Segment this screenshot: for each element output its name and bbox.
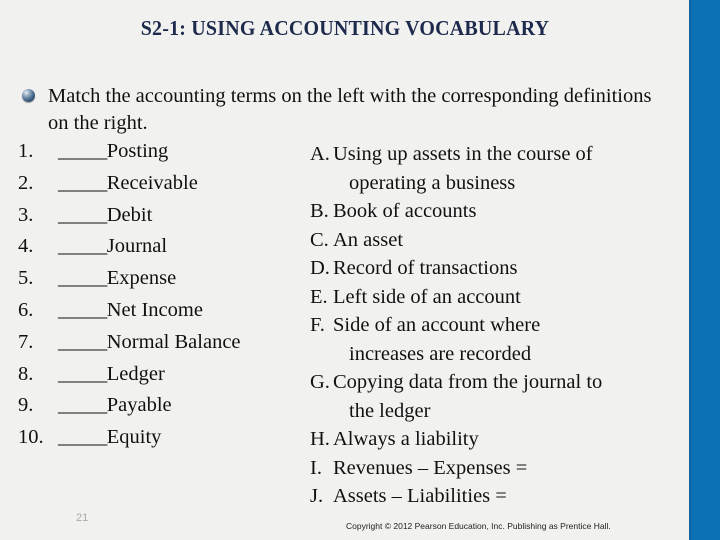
terms-column: 1. _____ Posting 2. _____ Receivable 3. _____ … bbox=[18, 140, 308, 458]
definition-line-2: operating a business bbox=[349, 171, 516, 194]
term-number: 7. bbox=[18, 330, 34, 353]
definition-row[interactable]: A. Using up assets in the course of operat… bbox=[310, 140, 680, 197]
term-answer-blank[interactable]: _____ bbox=[58, 267, 107, 290]
definition-line-1: Book of accounts bbox=[333, 200, 477, 222]
definition-letter: G. bbox=[310, 371, 330, 393]
definition-letter: D. bbox=[310, 257, 330, 279]
term-label: Receivable bbox=[106, 171, 198, 194]
term-number: 2. bbox=[18, 171, 34, 194]
term-answer-blank[interactable]: _____ bbox=[58, 204, 107, 227]
term-label: Payable bbox=[106, 394, 172, 417]
definition-text: Revenues – Expenses = bbox=[333, 454, 680, 483]
term-label: Debit bbox=[106, 203, 153, 226]
definition-row[interactable]: E. Left side of an account bbox=[310, 283, 680, 312]
term-row[interactable]: 5. _____ Expense bbox=[18, 267, 308, 299]
slide-title: S2-1: USING ACCOUNTING VOCABULARY bbox=[140, 16, 550, 40]
definition-letter: F. bbox=[310, 314, 325, 336]
definition-letter: A. bbox=[310, 143, 330, 165]
definition-text: Side of an account where increases are re… bbox=[333, 311, 680, 368]
definition-text: Assets – Liabilities = bbox=[333, 482, 680, 511]
term-answer-blank[interactable]: _____ bbox=[58, 363, 107, 386]
term-number: 10. bbox=[18, 426, 44, 449]
term-answer-blank[interactable]: _____ bbox=[58, 172, 107, 195]
term-label: Journal bbox=[106, 235, 168, 258]
slide-canvas: S2-1: USING ACCOUNTING VOCABULARY Match … bbox=[0, 0, 720, 540]
term-row[interactable]: 1. _____ Posting bbox=[18, 140, 308, 172]
definition-line-1: Always a liability bbox=[333, 428, 479, 450]
term-row[interactable]: 4. _____ Journal bbox=[18, 235, 308, 267]
term-row[interactable]: 10. _____ Equity bbox=[18, 426, 308, 458]
definition-line-2: increases are recorded bbox=[349, 342, 532, 365]
definition-line-1: Record of transactions bbox=[333, 257, 518, 279]
definition-letter: H. bbox=[310, 428, 330, 450]
definitions-column: A. Using up assets in the course of operat… bbox=[310, 140, 680, 511]
sphere-bullet-icon bbox=[22, 89, 35, 102]
term-answer-blank[interactable]: _____ bbox=[58, 426, 107, 449]
definition-row[interactable]: I. Revenues – Expenses = bbox=[310, 454, 680, 483]
term-label: Posting bbox=[106, 140, 169, 162]
definition-text: Always a liability bbox=[333, 425, 680, 454]
definition-text: Using up assets in the course of operatin… bbox=[333, 140, 680, 197]
definition-line-1: Using up assets in the course of bbox=[333, 143, 593, 165]
term-number: 3. bbox=[18, 203, 34, 226]
definition-row[interactable]: D. Record of transactions bbox=[310, 254, 680, 283]
definition-letter: B. bbox=[310, 200, 329, 222]
copyright-notice: Copyright © 2012 Pearson Education, Inc.… bbox=[346, 521, 611, 531]
term-number: 4. bbox=[18, 235, 34, 258]
term-label: Normal Balance bbox=[106, 330, 241, 353]
term-number: 9. bbox=[18, 394, 34, 417]
term-answer-blank[interactable]: _____ bbox=[58, 140, 107, 163]
term-answer-blank[interactable]: _____ bbox=[58, 394, 107, 417]
term-number: 6. bbox=[18, 298, 34, 321]
definition-letter: E. bbox=[310, 285, 328, 308]
definition-text: Book of accounts bbox=[333, 197, 680, 226]
term-label: Equity bbox=[106, 426, 162, 449]
definition-line-1: An asset bbox=[333, 228, 404, 251]
right-accent-bar bbox=[691, 0, 720, 540]
term-row[interactable]: 9. _____ Payable bbox=[18, 394, 308, 426]
definition-text: Left side of an account bbox=[333, 283, 680, 312]
definition-line-1: Assets – Liabilities = bbox=[333, 485, 507, 507]
definition-row[interactable]: H. Always a liability bbox=[310, 425, 680, 454]
term-row[interactable]: 7. _____ Normal Balance bbox=[18, 331, 308, 363]
definition-letter: C. bbox=[310, 228, 329, 251]
definition-text: Copying data from the journal to the ledg… bbox=[333, 368, 680, 425]
term-row[interactable]: 8. _____ Ledger bbox=[18, 363, 308, 395]
term-label: Ledger bbox=[106, 362, 165, 385]
definition-row[interactable]: B. Book of accounts bbox=[310, 197, 680, 226]
definition-line-1: Revenues – Expenses = bbox=[333, 456, 528, 479]
definition-text: Record of transactions bbox=[333, 254, 680, 283]
matching-columns: 1. _____ Posting 2. _____ Receivable 3. _____ … bbox=[0, 140, 690, 507]
term-label: Expense bbox=[106, 267, 177, 290]
definition-line-1: Copying data from the journal to bbox=[333, 371, 603, 393]
definition-row[interactable]: G. Copying data from the journal to the le… bbox=[310, 368, 680, 425]
definition-row[interactable]: C. An asset bbox=[310, 226, 680, 255]
definition-row[interactable]: J. Assets – Liabilities = bbox=[310, 482, 680, 511]
definition-row[interactable]: F. Side of an account where increases are … bbox=[310, 311, 680, 368]
intro-instruction-text: Match the accounting terms on the left w… bbox=[48, 85, 652, 134]
page-number: 21 bbox=[76, 512, 89, 524]
term-number: 5. bbox=[18, 267, 34, 290]
term-row[interactable]: 2. _____ Receivable bbox=[18, 172, 308, 204]
term-answer-blank[interactable]: _____ bbox=[58, 299, 107, 322]
intro-bullet-row: Match the accounting terms on the left w… bbox=[22, 83, 672, 137]
definition-letter: J. bbox=[310, 485, 324, 507]
definition-text: An asset bbox=[333, 226, 680, 255]
term-row[interactable]: 6. _____ Net Income bbox=[18, 299, 308, 331]
term-answer-blank[interactable]: _____ bbox=[58, 331, 107, 354]
term-number: 1. bbox=[18, 140, 34, 162]
definition-line-2: the ledger bbox=[349, 399, 431, 422]
term-number: 8. bbox=[18, 362, 34, 385]
term-answer-blank[interactable]: _____ bbox=[58, 235, 107, 258]
definition-line-1: Side of an account where bbox=[333, 314, 541, 336]
definition-line-1: Left side of an account bbox=[333, 285, 521, 308]
term-row[interactable]: 3. _____ Debit bbox=[18, 204, 308, 236]
definition-letter: I. bbox=[310, 456, 322, 479]
term-label: Net Income bbox=[106, 298, 203, 321]
